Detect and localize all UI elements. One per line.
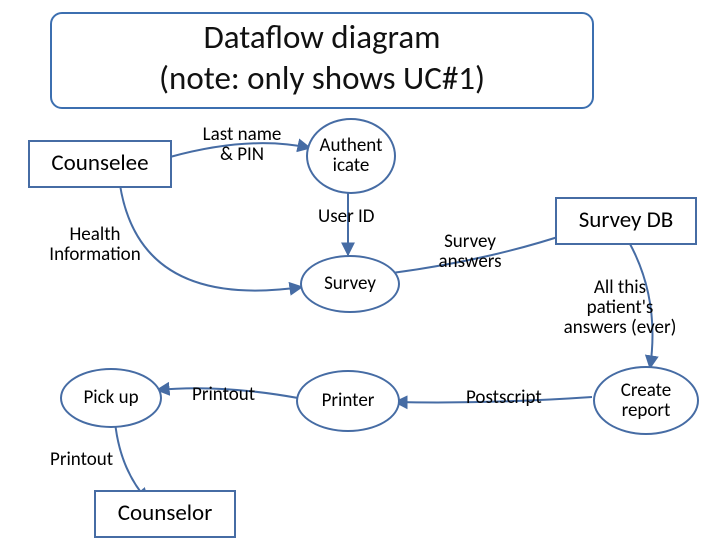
process-survey-label: Survey: [324, 274, 376, 294]
entity-survey-db-label: Survey DB: [579, 208, 674, 233]
process-printer-label: Printer: [322, 391, 375, 411]
flow-postscript: Postscript: [466, 388, 542, 408]
entity-counselee-label: Counselee: [51, 151, 148, 176]
process-pick-up-label: Pick up: [83, 388, 138, 408]
flow-printout-lower: Printout: [50, 450, 113, 470]
flow-user-id: User ID: [318, 207, 374, 227]
page-title: Dataflow diagram (note: only shows UC#1): [50, 12, 594, 109]
process-authenticate: Authent icate: [306, 118, 396, 194]
entity-survey-db: Survey DB: [555, 197, 697, 245]
flow-survey-answers: Survey answers: [430, 232, 510, 272]
entity-counselor: Counselor: [94, 490, 236, 538]
flow-printout-upper: Printout: [192, 385, 255, 405]
flow-all-answers: All this patient's answers (ever): [550, 278, 690, 338]
entity-counselee: Counselee: [28, 140, 172, 188]
process-create-report-label: Create report: [621, 381, 672, 421]
flow-last-name-pin: Last name & PIN: [192, 125, 292, 165]
process-create-report: Create report: [593, 366, 699, 435]
process-printer: Printer: [296, 370, 400, 432]
entity-counselor-label: Counselor: [118, 501, 212, 526]
title-line2: (note: only shows UC#1): [159, 58, 485, 98]
title-line1: Dataflow diagram: [203, 17, 440, 57]
process-survey: Survey: [300, 255, 400, 313]
flow-health-information: Health Information: [40, 225, 150, 265]
process-authenticate-label: Authent icate: [320, 136, 383, 176]
process-pick-up: Pick up: [60, 368, 162, 428]
